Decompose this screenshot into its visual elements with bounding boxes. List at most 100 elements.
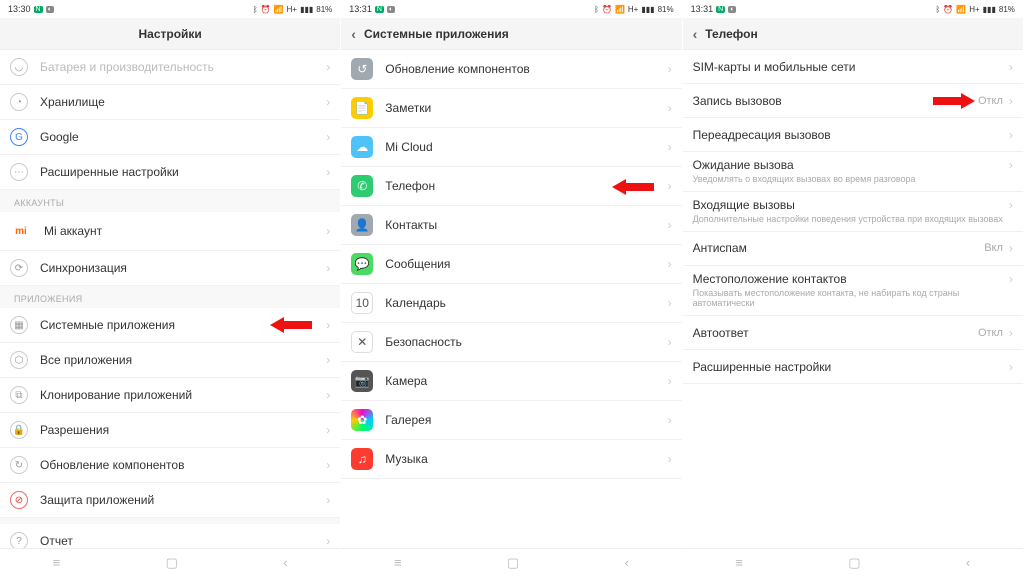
row-label: Mi Cloud [385,140,667,154]
network-icon: H+ [287,5,297,14]
battery-icon: ▮▮▮ [641,5,654,14]
row-app-protect[interactable]: ⊘ Защита приложений › [0,483,340,518]
nav-back-icon[interactable]: ‹ [625,555,629,570]
row-music[interactable]: ♫ Музыка › [341,440,681,479]
network-icon: H+ [969,5,979,14]
row-incoming[interactable]: Входящие вызовы Дополнительные настройки… [683,192,1023,232]
hexagon-icon: ⬡ [10,351,28,369]
nav-menu-icon[interactable]: ≡ [394,555,402,570]
signal-icon: 📶 [274,5,284,14]
chevron-right-icon: › [668,179,672,193]
nav-home-icon[interactable]: ▢ [166,555,178,571]
row-label: Календарь [385,296,667,310]
nav-back-icon[interactable]: ‹ [283,555,287,570]
music-icon: ♫ [351,448,373,470]
battery-percent: 81% [999,5,1015,14]
row-notes[interactable]: 📄 Заметки › [341,89,681,128]
nav-menu-icon[interactable]: ≡ [53,555,61,570]
mi-icon: mi [10,220,32,242]
row-gallery[interactable]: ✿ Галерея › [341,401,681,440]
row-advanced[interactable]: Расширенные настройки › [683,350,1023,384]
row-messages[interactable]: 💬 Сообщения › [341,245,681,284]
row-label: Клонирование приложений [40,388,326,402]
page-title: Телефон [705,27,757,41]
row-contact-location[interactable]: Местоположение контактов Показывать мест… [683,266,1023,317]
row-label: Ожидание вызова [693,158,1009,172]
row-camera[interactable]: 📷 Камера › [341,362,681,401]
nav-menu-icon[interactable]: ≡ [735,555,743,570]
row-calendar[interactable]: 10 Календарь › [341,284,681,323]
screen-phone-settings: 13:31 N ◐ ᛒ ⏰ 📶 H+ ▮▮▮ 81% ‹ Телефон SIM… [683,0,1024,576]
update-icon: ↺ [351,58,373,80]
more-icon: ⋯ [10,163,28,181]
bluetooth-icon: ᛒ [935,5,940,14]
row-sublabel: Уведомлять о входящих вызовах во время р… [693,174,1009,185]
security-icon: ✕ [351,331,373,353]
bluetooth-icon: ᛒ [253,5,258,14]
row-label: Безопасность [385,335,667,349]
row-label: Обновление компонентов [385,62,667,76]
signal-icon: 📶 [956,5,966,14]
row-google[interactable]: G Google › [0,120,340,155]
nav-bar: ≡ ▢ ‹ [0,548,340,576]
row-advanced[interactable]: ⋯ Расширенные настройки › [0,155,340,190]
row-sync[interactable]: ⟳ Синхронизация › [0,251,340,286]
row-battery[interactable]: ◡ Батарея и производительность › [0,50,340,85]
status-time: 13:31 [349,4,372,14]
row-forwarding[interactable]: Переадресация вызовов › [683,118,1023,152]
chevron-right-icon: › [326,353,330,367]
row-system-apps[interactable]: ▦ Системные приложения › [0,308,340,343]
row-all-apps[interactable]: ⬡ Все приложения › [0,343,340,378]
row-contacts[interactable]: 👤 Контакты › [341,206,681,245]
phone-icon: ✆ [351,175,373,197]
row-label: Антиспам [693,241,985,255]
row-component-update[interactable]: ↻ Обновление компонентов › [0,448,340,483]
row-label: Обновление компонентов [40,458,326,472]
row-security[interactable]: ✕ Безопасность › [341,323,681,362]
chevron-right-icon: › [326,534,330,548]
row-micloud[interactable]: ☁ Mi Cloud › [341,128,681,167]
row-update-components[interactable]: ↺ Обновление компонентов › [341,50,681,89]
alarm-icon: ⏰ [602,5,612,14]
chevron-right-icon: › [326,458,330,472]
nav-back-icon[interactable]: ‹ [966,555,970,570]
row-phone[interactable]: ✆ Телефон › [341,167,681,206]
row-mi-account[interactable]: mi Mi аккаунт › [0,212,340,251]
apps-list: ↺ Обновление компонентов › 📄 Заметки › ☁… [341,50,681,548]
row-clone-apps[interactable]: ⧉ Клонирование приложений › [0,378,340,413]
chevron-right-icon: › [668,296,672,310]
nav-home-icon[interactable]: ▢ [848,555,860,571]
sync-icon: ⟳ [10,259,28,277]
red-arrow-icon [612,179,654,195]
settings-list: ◡ Батарея и производительность › ◔ Храни… [0,50,340,548]
battery-percent: 81% [316,5,332,14]
row-antispam[interactable]: Антиспам Вкл › [683,232,1023,266]
page-title: Системные приложения [364,27,509,41]
contacts-icon: 👤 [351,214,373,236]
status-bar: 13:31 N ◐ ᛒ ⏰ 📶 H+ ▮▮▮ 81% [683,0,1023,18]
row-report[interactable]: ? Отчет › [0,524,340,548]
chevron-right-icon: › [1009,158,1013,172]
red-arrow-icon [270,317,312,333]
row-storage[interactable]: ◔ Хранилище › [0,85,340,120]
chevron-right-icon: › [1009,198,1013,212]
row-call-waiting[interactable]: Ожидание вызова Уведомлять о входящих вы… [683,152,1023,192]
chevron-right-icon: › [1009,241,1013,255]
row-permissions[interactable]: 🔒 Разрешения › [0,413,340,448]
chevron-right-icon: › [326,60,330,74]
chevron-right-icon: › [668,374,672,388]
chevron-right-icon: › [326,224,330,238]
red-arrow-icon [933,93,975,109]
back-icon[interactable]: ‹ [693,26,698,42]
row-sim[interactable]: SIM-карты и мобильные сети › [683,50,1023,84]
row-label: Переадресация вызовов [693,128,1009,142]
row-sublabel: Дополнительные настройки поведения устро… [693,214,1009,225]
back-icon[interactable]: ‹ [351,26,356,42]
row-auto-answer[interactable]: Автоответ Откл › [683,316,1023,350]
chevron-right-icon: › [668,257,672,271]
notes-icon: 📄 [351,97,373,119]
row-label: Камера [385,374,667,388]
row-call-recording[interactable]: Запись вызовов Откл › [683,84,1023,118]
nav-home-icon[interactable]: ▢ [507,555,519,571]
battery-percent: 81% [658,5,674,14]
